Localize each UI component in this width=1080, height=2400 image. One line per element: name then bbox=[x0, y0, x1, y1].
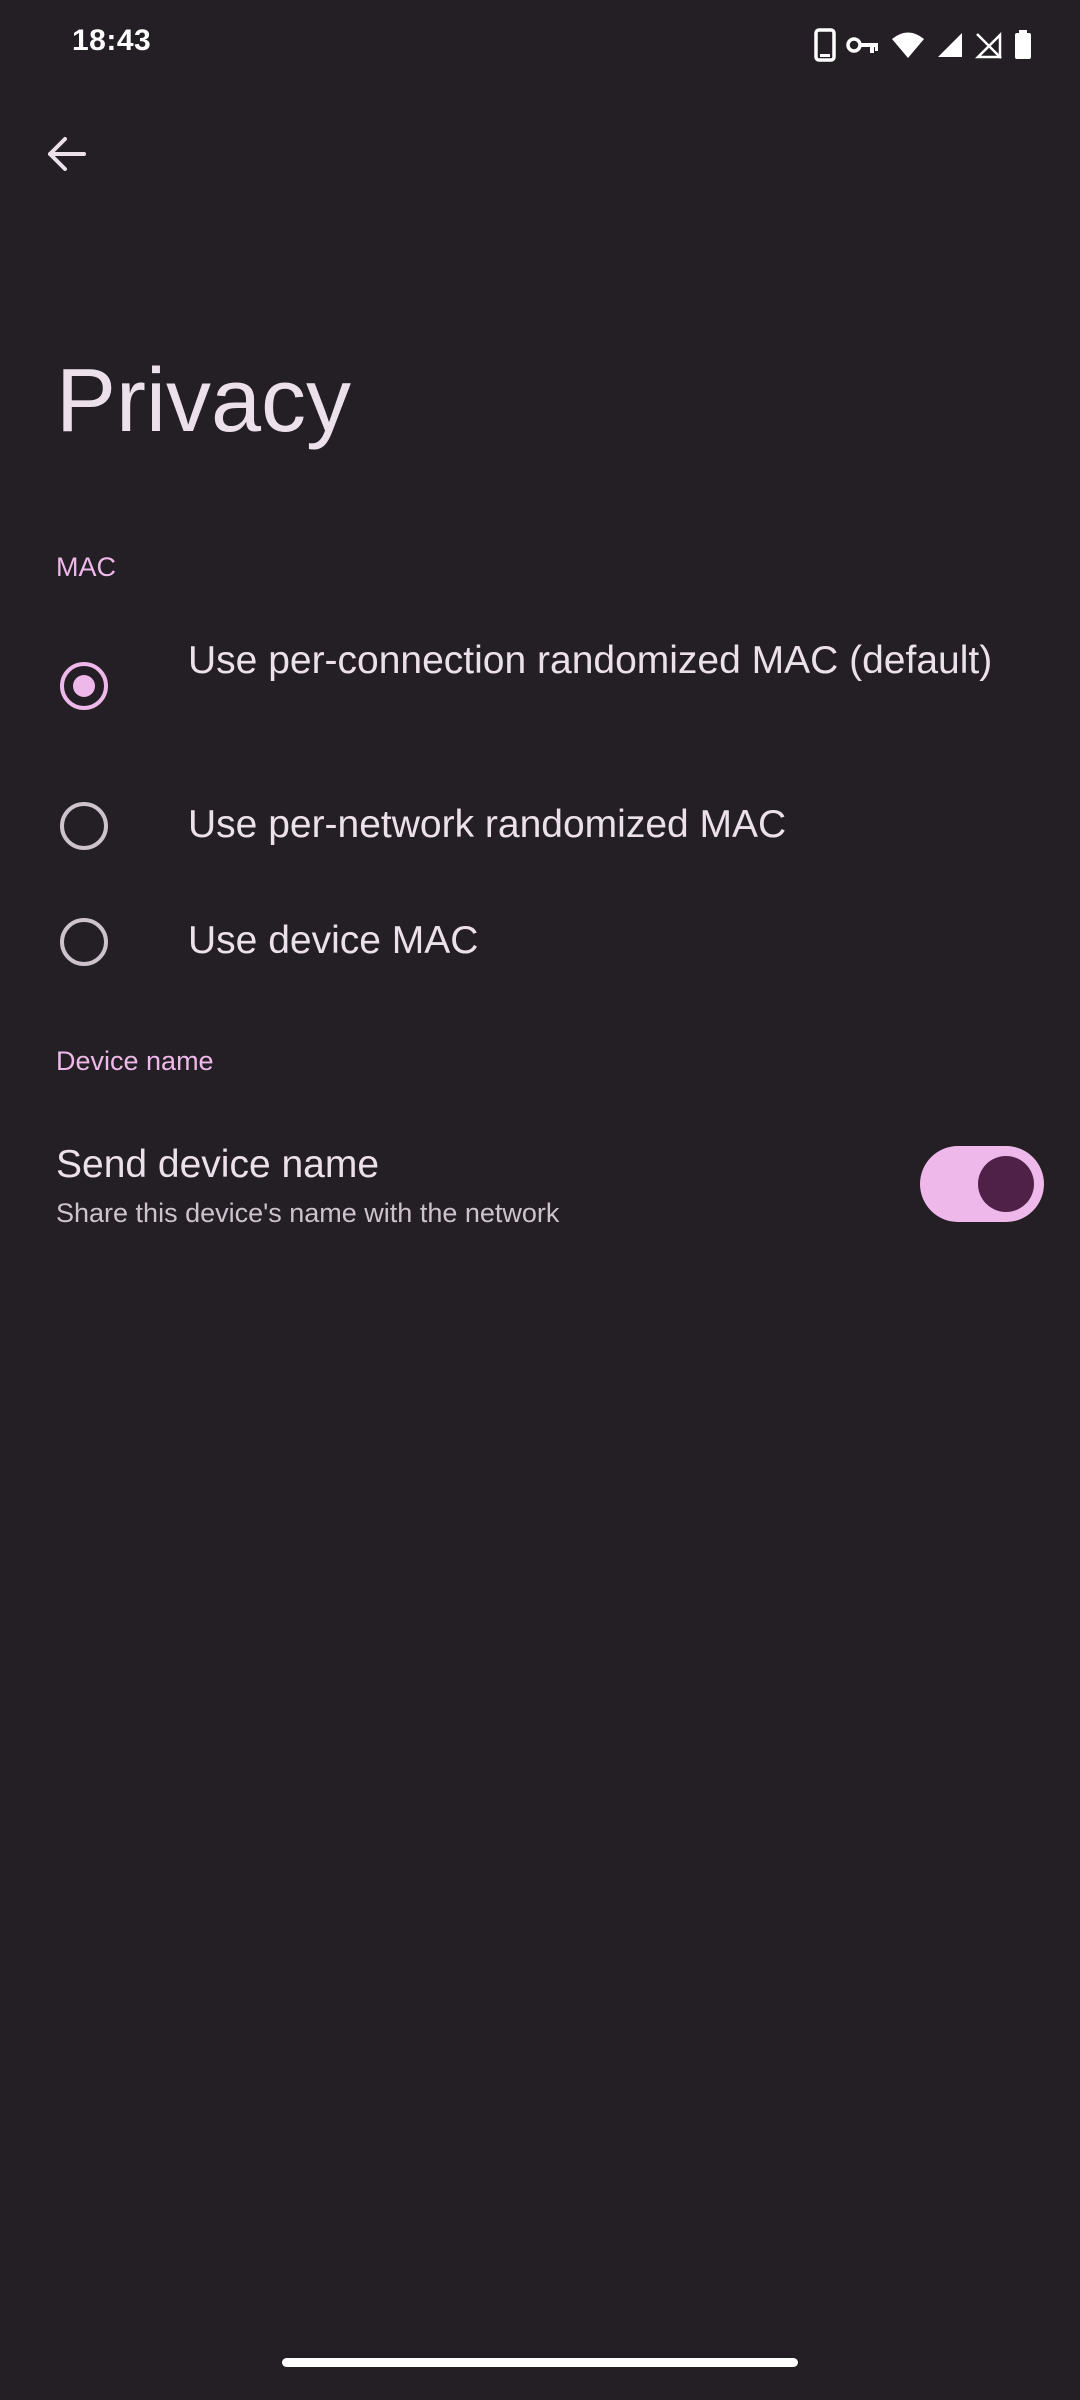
radio-label: Use per-connection randomized MAC (defau… bbox=[188, 639, 993, 682]
switch-title: Send device name bbox=[56, 1143, 380, 1186]
status-icons: 4 bbox=[814, 28, 1032, 62]
status-time: 18:43 bbox=[72, 24, 152, 57]
svg-text:4: 4 bbox=[914, 51, 921, 60]
cell-signal-icon bbox=[936, 31, 964, 59]
wifi-icon: 4 bbox=[890, 30, 926, 60]
radio-button[interactable] bbox=[60, 918, 108, 966]
back-button[interactable] bbox=[24, 114, 108, 198]
no-data-icon bbox=[974, 31, 1004, 59]
status-bar: 18:43 4 bbox=[0, 0, 1080, 90]
radio-label: Use device MAC bbox=[188, 919, 479, 962]
phone-icon bbox=[814, 28, 836, 62]
vpn-key-icon bbox=[846, 34, 880, 56]
gesture-nav-handle[interactable] bbox=[282, 2358, 798, 2367]
radio-dot bbox=[73, 675, 95, 697]
toggle-thumb bbox=[978, 1156, 1034, 1212]
send-device-name-toggle[interactable] bbox=[920, 1146, 1044, 1222]
page-title: Privacy bbox=[56, 351, 352, 451]
radio-label: Use per-network randomized MAC bbox=[188, 803, 787, 846]
switch-summary: Share this device's name with the networ… bbox=[56, 1198, 560, 1228]
send-device-name-row[interactable]: Send device name Share this device's nam… bbox=[0, 1130, 1080, 1240]
radio-button-selected[interactable] bbox=[60, 662, 108, 710]
radio-option-per-connection[interactable]: Use per-connection randomized MAC (defau… bbox=[0, 630, 1080, 742]
section-header-device-name: Device name bbox=[56, 1046, 214, 1076]
section-header-mac: MAC bbox=[56, 552, 116, 582]
battery-icon bbox=[1014, 30, 1032, 60]
arrow-back-icon bbox=[44, 132, 88, 181]
radio-option-device-mac[interactable]: Use device MAC bbox=[0, 906, 1080, 978]
radio-option-per-network[interactable]: Use per-network randomized MAC bbox=[0, 790, 1080, 862]
radio-button[interactable] bbox=[60, 802, 108, 850]
